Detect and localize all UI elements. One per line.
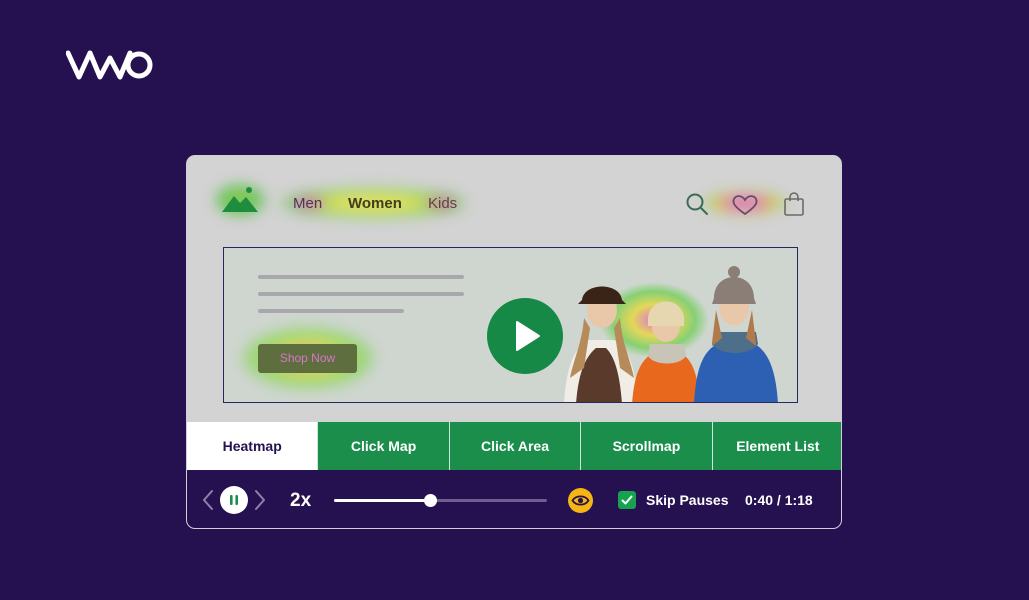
tab-scrollmap[interactable]: Scrollmap	[580, 422, 711, 470]
heart-icon[interactable]	[731, 194, 759, 216]
tab-heatmap[interactable]: Heatmap	[187, 422, 318, 470]
shopping-bag-icon[interactable]	[783, 191, 805, 217]
hero-text-line	[258, 275, 464, 279]
play-icon	[516, 321, 540, 351]
pause-icon	[230, 495, 238, 505]
progress-fill	[334, 499, 430, 502]
site-logo-mountain-icon[interactable]	[222, 186, 258, 214]
vwo-logo	[66, 50, 153, 80]
nav-link-women[interactable]: Women	[348, 195, 402, 212]
hero-text-line	[258, 309, 404, 313]
progress-thumb[interactable]	[423, 494, 437, 507]
website-preview: Men Women Kids Shop Now Heatmap Click Ma…	[186, 155, 842, 529]
nav-link-men[interactable]: Men	[293, 195, 322, 212]
tab-element-list[interactable]: Element List	[711, 422, 841, 470]
hero-text-line	[258, 292, 464, 296]
eye-icon[interactable]	[568, 488, 593, 513]
chevron-right-icon[interactable]	[253, 489, 267, 511]
playback-controls: 2x Skip Pauses 0:40 / 1:18	[187, 470, 841, 528]
progress-slider[interactable]	[334, 494, 547, 507]
search-icon[interactable]	[685, 192, 709, 216]
hero-banner: Shop Now	[223, 247, 798, 403]
skip-pauses-label: Skip Pauses	[646, 492, 729, 508]
playback-speed[interactable]: 2x	[290, 490, 311, 512]
shop-now-button[interactable]: Shop Now	[258, 344, 357, 373]
play-video-button[interactable]	[487, 298, 563, 374]
nav-link-kids[interactable]: Kids	[428, 195, 457, 212]
skip-pauses-checkbox[interactable]	[618, 491, 636, 509]
pause-button[interactable]	[220, 486, 248, 514]
tab-click-area[interactable]: Click Area	[448, 422, 580, 470]
chevron-left-icon[interactable]	[201, 489, 215, 511]
hero-models-image	[564, 266, 778, 402]
checkmark-icon	[621, 495, 633, 505]
playback-time: 0:40 / 1:18	[745, 492, 813, 508]
tab-click-map[interactable]: Click Map	[317, 422, 448, 470]
view-tabs: Heatmap Click Map Click Area Scrollmap E…	[187, 422, 841, 470]
